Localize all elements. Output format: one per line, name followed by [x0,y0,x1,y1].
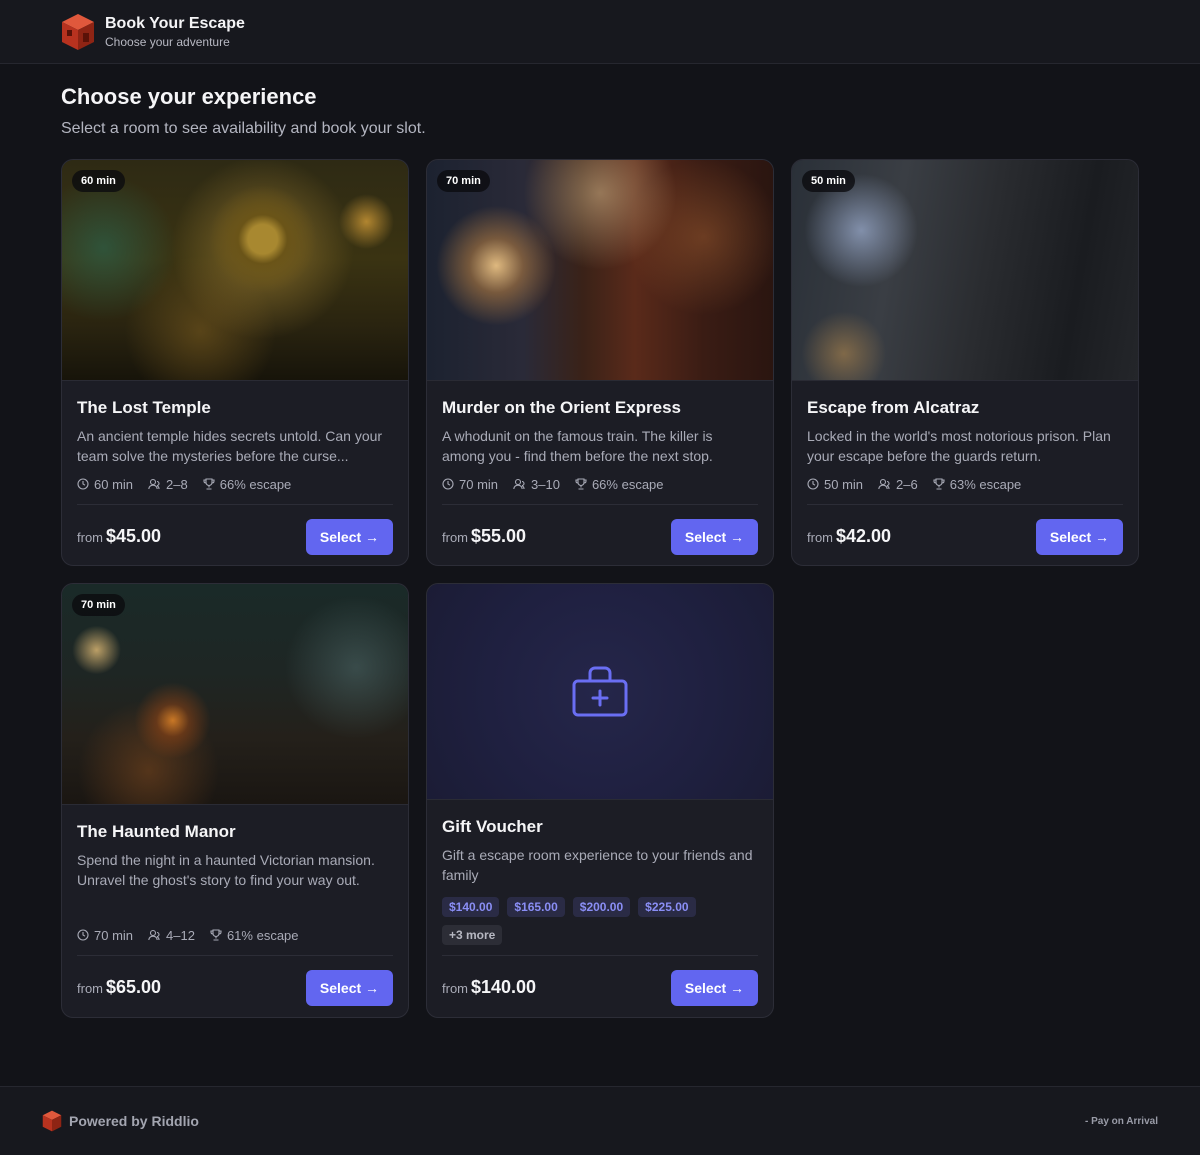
clock-icon [77,929,89,941]
price-from-label: from [442,530,468,545]
room-description: An ancient temple hides secrets untold. … [77,428,383,464]
room-players: 4–12 [166,927,195,943]
room-title: Escape from Alcatraz [807,398,980,417]
room-players: 2–8 [166,476,188,492]
voucher-title: Gift Voucher [442,817,543,836]
room-players: 3–10 [531,476,560,492]
voucher-amount-chip[interactable]: $165.00 [507,897,565,917]
room-price: from $42.00 [807,526,891,547]
voucher-amount-chip[interactable]: $225.00 [638,897,696,917]
voucher-more-chip[interactable]: +3 more [442,925,503,945]
price-value: $55.00 [471,526,527,546]
page-subtitle: Select a room to see availability and bo… [61,120,426,137]
room-duration: 70 min [94,927,134,943]
powered-by-label: Powered by Riddlio [69,1113,199,1129]
select-button[interactable]: Select → [306,969,393,1006]
payment-note: - Pay on Arrival [1085,1115,1158,1127]
room-image: 50 min [792,160,1138,381]
voucher-description: Gift a escape room experience to your fr… [442,847,753,883]
room-meta: 50 min 2–6 63% escape [807,475,1123,493]
room-players: 2–6 [896,476,918,492]
room-duration: 60 min [94,476,134,492]
page-title: Choose your experience [61,84,317,109]
price-value: $45.00 [106,526,162,546]
select-button[interactable]: Select → [671,518,758,555]
room-description: Spend the night in a haunted Victorian m… [77,852,375,888]
duration-badge: 70 min [72,594,125,616]
room-card-orient-express[interactable]: 70 min Murder on the Orient Express A wh… [426,159,774,566]
price-from-label: from [77,981,103,996]
room-image: 70 min [427,160,773,381]
cube-logo-icon [62,13,94,50]
users-icon [878,478,890,490]
gift-bag-icon [572,666,628,716]
voucher-amount-chip[interactable]: $200.00 [572,897,631,917]
brand: Book Your Escape Choose your adventure [105,14,245,50]
voucher-image [427,584,773,800]
users-icon [513,478,525,490]
header: Book Your Escape Choose your adventure [0,0,1200,64]
price-value: $140.00 [471,977,537,997]
trophy-icon [210,929,222,941]
select-button[interactable]: Select → [1036,518,1123,555]
room-image: 70 min [62,584,408,805]
users-icon [148,929,160,941]
voucher-amount-chip[interactable]: $140.00 [442,897,500,917]
room-title: The Lost Temple [77,398,211,417]
room-escape-rate: 66% escape [219,476,292,492]
room-duration: 50 min [824,476,864,492]
room-price: from $65.00 [77,977,161,998]
room-escape-rate: 63% escape [949,476,1022,492]
room-price: from $45.00 [77,526,161,547]
room-meta: 60 min 2–8 66% escape [77,475,393,493]
room-description: A whodunit on the famous train. The kill… [442,428,713,464]
clock-icon [77,478,89,490]
price-value: $65.00 [106,977,162,997]
clock-icon [807,478,819,490]
price-value: $42.00 [836,526,892,546]
clock-icon [442,478,454,490]
brand-title: Book Your Escape [105,14,245,32]
room-title: The Haunted Manor [77,822,236,841]
select-button[interactable]: Select → [306,518,393,555]
cube-logo-icon [42,1110,62,1132]
trophy-icon [203,478,215,490]
room-title: Murder on the Orient Express [442,398,681,417]
room-price: from $55.00 [442,526,526,547]
footer: Powered by Riddlio - Pay on Arrival [0,1086,1200,1155]
brand-subtitle: Choose your adventure [105,34,230,49]
room-image: 60 min [62,160,408,381]
duration-badge: 70 min [437,170,490,192]
room-description: Locked in the world's most notorious pri… [807,428,1111,464]
room-escape-rate: 66% escape [591,476,664,492]
duration-badge: 60 min [72,170,125,192]
room-meta: 70 min 3–10 66% escape [442,475,758,493]
price-from-label: from [807,530,833,545]
price-from-label: from [442,981,468,996]
users-icon [148,478,160,490]
voucher-price: from $140.00 [442,977,536,998]
duration-badge: 50 min [802,170,855,192]
room-escape-rate: 61% escape [226,927,299,943]
select-button[interactable]: Select → [671,969,758,1006]
room-card-lost-temple[interactable]: 60 min The Lost Temple An ancient temple… [61,159,409,566]
room-duration: 70 min [459,476,499,492]
room-card-haunted-manor[interactable]: 70 min The Haunted Manor Spend the night… [61,583,409,1018]
price-from-label: from [77,530,103,545]
voucher-amounts: $140.00 $165.00 $200.00 $225.00 +3 more [442,897,758,953]
gift-voucher-card[interactable]: Gift Voucher Gift a escape room experien… [426,583,774,1018]
trophy-icon [575,478,587,490]
powered-by: Powered by Riddlio [42,1110,199,1132]
room-card-alcatraz[interactable]: 50 min Escape from Alcatraz Locked in th… [791,159,1139,566]
trophy-icon [933,478,945,490]
room-meta: 70 min 4–12 61% escape [77,926,393,944]
